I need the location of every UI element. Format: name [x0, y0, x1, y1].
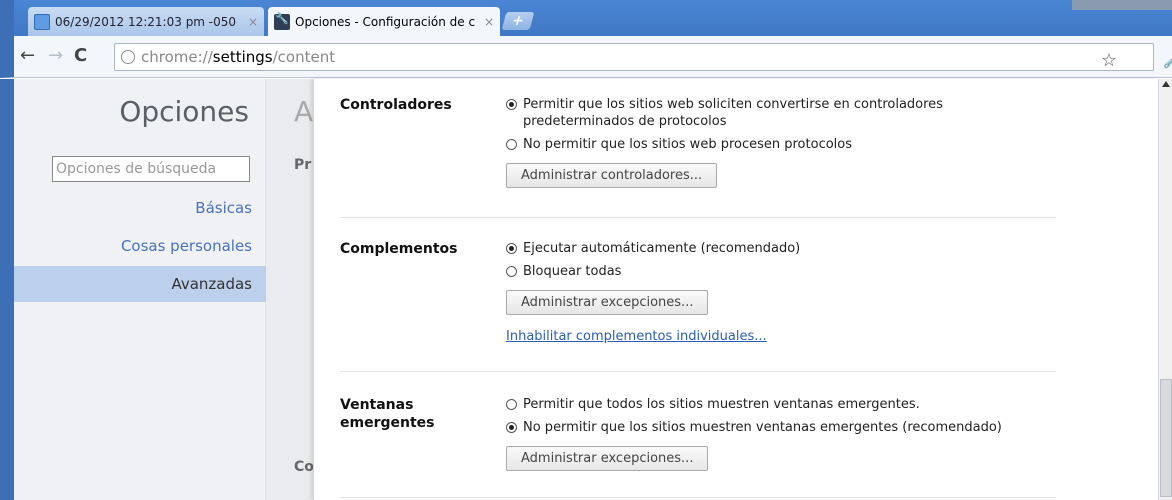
scroll-thumb[interactable] — [1160, 379, 1172, 497]
radio-option[interactable]: No permitir que los sitios muestren vent… — [506, 419, 1066, 436]
section-divider — [340, 371, 1056, 372]
tab-title: Opciones - Configuración de c — [295, 14, 476, 29]
radio-option[interactable]: Bloquear todas — [506, 263, 1066, 280]
radio-checked-icon[interactable] — [506, 243, 517, 254]
section-ventanas-emergentes: Ventanas emergentes Permitir que todos l… — [340, 396, 1056, 496]
sidebar: Opciones Básicas Cosas personales Avanza… — [14, 79, 266, 500]
plus-icon: + — [509, 13, 527, 29]
tab-settings[interactable]: Opciones - Configuración de c × — [268, 7, 500, 36]
new-tab-button[interactable]: + — [501, 12, 535, 30]
window-frame — [0, 79, 14, 500]
radio-label: No permitir que los sitios web procesen … — [523, 137, 853, 152]
scrollbar[interactable] — [1158, 79, 1172, 500]
url-host: settings — [212, 48, 273, 66]
section-complementos: Complementos Ejecutar automáticamente (r… — [340, 240, 1056, 370]
url-scheme: chrome:// — [141, 48, 213, 66]
radio-unchecked-icon[interactable] — [506, 399, 517, 410]
manage-exceptions-button[interactable]: Administrar excepciones... — [506, 446, 709, 471]
manage-exceptions-button[interactable]: Administrar excepciones... — [506, 290, 709, 315]
close-icon[interactable]: × — [484, 15, 494, 29]
tab-title: 06/29/2012 12:21:03 pm -050 — [55, 14, 237, 29]
manage-handlers-button[interactable]: Administrar controladores... — [506, 163, 718, 188]
sidebar-item-cosas-personales[interactable]: Cosas personales — [14, 228, 266, 264]
section-body: Permitir que todos los sitios muestren v… — [506, 396, 1066, 471]
sidebar-item-avanzadas[interactable]: Avanzadas — [14, 266, 266, 302]
radio-label: No permitir que los sitios muestren vent… — [523, 420, 1002, 435]
radio-label: Permitir que los sitios web soliciten co… — [523, 97, 943, 129]
radio-option[interactable]: No permitir que los sitios web procesen … — [506, 136, 1066, 153]
background-section-label: Co — [294, 459, 314, 475]
back-button[interactable]: ← — [20, 44, 35, 68]
radio-option[interactable]: Ejecutar automáticamente (recomendado) — [506, 240, 1066, 257]
mail-icon — [34, 13, 50, 30]
radio-option[interactable]: Permitir que todos los sitios muestren v… — [506, 396, 1066, 413]
background-heading: A — [294, 95, 314, 128]
section-divider — [340, 497, 1056, 498]
sidebar-item-basicas[interactable]: Básicas — [14, 190, 266, 226]
section-label: Ventanas emergentes — [340, 397, 435, 431]
url-path: /content — [272, 48, 336, 66]
section-body: Permitir que los sitios web soliciten co… — [506, 96, 1066, 188]
tab-strip: 06/29/2012 12:21:03 pm -050 × Opciones -… — [0, 0, 1172, 36]
scroll-up-arrow-icon[interactable] — [1162, 81, 1170, 87]
bookmark-star-icon[interactable]: ☆ — [1101, 50, 1117, 71]
address-bar[interactable]: chrome://settings/content ☆ 🔧 — [114, 43, 1172, 71]
toolbar: ← → C chrome://settings/content ☆ 🔧 — [0, 36, 1172, 78]
page: Opciones Básicas Cosas personales Avanza… — [0, 79, 1172, 500]
section-divider — [340, 217, 1056, 218]
reload-button[interactable]: C — [74, 44, 87, 68]
section-label: Controladores — [340, 97, 452, 113]
radio-unchecked-icon[interactable] — [506, 139, 517, 150]
window-controls — [1072, 0, 1172, 10]
tab-datetime[interactable]: 06/29/2012 12:21:03 pm -050 × — [28, 7, 264, 36]
forward-button[interactable]: → — [48, 44, 63, 68]
globe-icon — [121, 50, 135, 64]
disable-plugins-link[interactable]: Inhabilitar complementos individuales... — [506, 329, 767, 344]
close-icon[interactable]: × — [248, 15, 258, 29]
search-input[interactable] — [52, 156, 250, 182]
section-body: Ejecutar automáticamente (recomendado) B… — [506, 240, 1066, 344]
wrench-icon — [274, 12, 290, 30]
background-section-label: Pr — [294, 157, 312, 173]
radio-label: Permitir que todos los sitios muestren v… — [523, 397, 920, 412]
sidebar-title: Opciones — [119, 95, 249, 128]
radio-label: Ejecutar automáticamente (recomendado) — [523, 241, 801, 256]
section-controladores: Controladores Permitir que los sitios we… — [340, 96, 1056, 216]
section-label: Complementos — [340, 241, 458, 257]
radio-unchecked-icon[interactable] — [506, 266, 517, 277]
radio-checked-icon[interactable] — [506, 99, 517, 110]
radio-option[interactable]: Permitir que los sitios web soliciten co… — [506, 96, 1066, 130]
radio-checked-icon[interactable] — [506, 422, 517, 433]
radio-label: Bloquear todas — [523, 264, 622, 279]
wrench-menu-icon[interactable]: 🔧 — [1163, 50, 1172, 69]
